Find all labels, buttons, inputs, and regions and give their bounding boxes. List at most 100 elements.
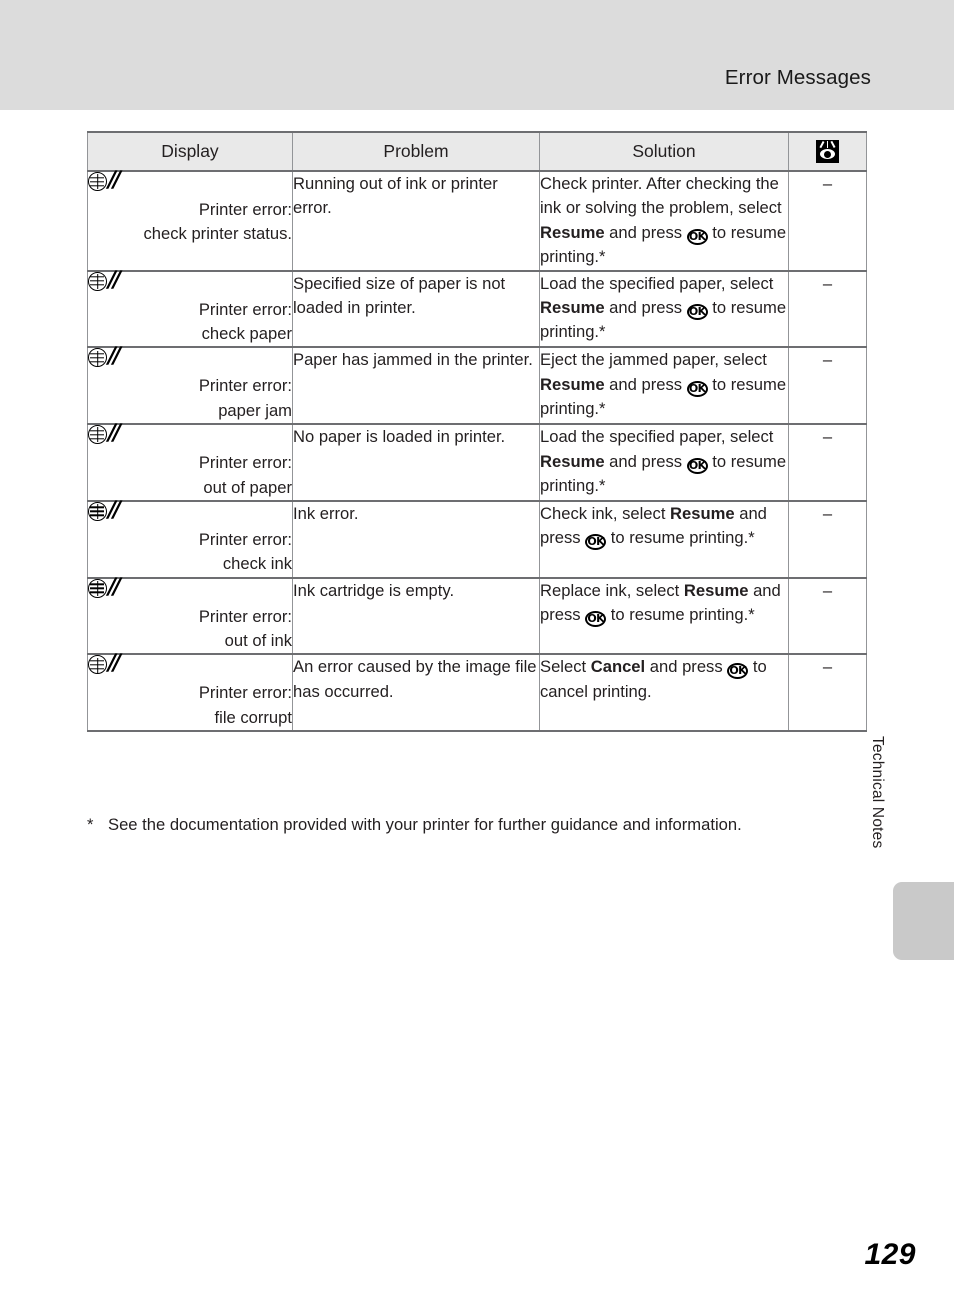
ok-button-icon: OK	[686, 228, 708, 245]
cell-reference: –	[788, 170, 867, 272]
cell-solution: Check printer. After checking the ink or…	[539, 170, 789, 272]
solution-text: and press	[604, 374, 687, 394]
cell-reference: –	[788, 269, 867, 349]
solution-text: and press	[645, 657, 728, 677]
display-message-line: Printer error:	[198, 529, 292, 549]
display-message: Printer error: check ink	[88, 528, 292, 577]
solution-text: and press	[604, 297, 687, 317]
error-slash-icon: //	[108, 497, 121, 523]
solution-text: to resume printing.*	[606, 605, 755, 625]
display-icons: //	[88, 421, 292, 449]
solution-keyword: Resume	[540, 222, 605, 242]
display-icons: //	[88, 653, 292, 679]
display-message: Printer error: file corrupt	[88, 681, 292, 730]
column-header-problem: Problem	[292, 131, 540, 172]
error-messages-table-wrap: Display Problem Solution //Printer error…	[87, 131, 867, 733]
cell-solution: Eject the jammed paper, select Resume an…	[539, 346, 789, 426]
cell-solution: Replace ink, select Resume and press OK …	[539, 576, 789, 656]
cell-solution: Check ink, select Resume and press OK to…	[539, 499, 789, 579]
globe-icon	[88, 348, 107, 368]
table-row: // Printer error: check paper Specified siz…	[87, 269, 867, 349]
ok-button-icon: OK	[686, 380, 708, 397]
cell-solution: Load the specified paper, select Resume …	[539, 423, 789, 502]
cell-reference: –	[788, 499, 867, 579]
error-slash-icon: //	[108, 421, 121, 447]
solution-text: and press	[604, 451, 687, 471]
page-number: 129	[864, 1238, 916, 1271]
display-message: Printer error: paper jam	[88, 374, 292, 423]
display-message-line: out of paper	[203, 477, 292, 497]
solution-text: Select	[540, 657, 591, 677]
table-row: // Printer error: check ink Ink error. Check…	[87, 497, 867, 579]
display-message-line: Printer error:	[198, 299, 292, 319]
globe-icon	[88, 578, 107, 598]
solution-text: Eject the jammed paper, select	[540, 350, 767, 370]
solution-text: Replace ink, select	[540, 580, 684, 600]
solution-keyword: Resume	[670, 503, 735, 523]
cell-display: // Printer error: file corrupt	[87, 653, 293, 733]
cell-problem: Specified size of paper is not loaded in…	[292, 269, 540, 349]
cell-reference: –	[788, 576, 867, 656]
globe-icon	[88, 172, 107, 191]
ok-button-icon: OK	[686, 457, 708, 474]
table-row: // Printer error: out of paper No paper is …	[87, 421, 867, 502]
display-message: Printer error: out of paper	[88, 451, 292, 500]
cell-display: // Printer error: check ink	[87, 497, 293, 579]
ok-button-icon: OK	[727, 663, 749, 680]
display-message-line: check printer status.	[143, 224, 293, 244]
table-row: // Printer error: out of ink Ink cartridge …	[87, 574, 867, 656]
column-header-reference	[788, 131, 867, 172]
globe-icon	[88, 271, 107, 291]
globe-icon	[88, 501, 107, 521]
table-body: // Printer error: check printer status. Run…	[87, 168, 867, 733]
display-message-line: paper jam	[218, 400, 292, 420]
display-message-line: Printer error:	[198, 453, 292, 473]
cell-problem: An error caused by the image file has oc…	[292, 653, 540, 733]
display-message-line: check paper	[201, 323, 292, 343]
solution-text: Load the specified paper, select	[540, 273, 774, 293]
display-icons: //	[88, 497, 292, 526]
solution-keyword: Resume	[540, 451, 605, 471]
error-slash-icon: //	[108, 574, 121, 600]
error-slash-icon: //	[108, 168, 121, 193]
display-message-line: Printer error:	[198, 200, 292, 219]
column-header-solution: Solution	[539, 131, 789, 172]
solution-text: Check ink, select	[540, 503, 671, 523]
error-slash-icon: //	[108, 344, 121, 370]
display-message: Printer error: check paper	[88, 298, 292, 347]
page-title: Error Messages	[724, 66, 871, 89]
footnote: * See the documentation provided with you…	[87, 813, 887, 836]
ok-button-icon: OK	[585, 611, 607, 628]
table-row: // Printer error: paper jam Paper has jamme…	[87, 344, 867, 426]
display-message-line: Printer error:	[198, 606, 292, 626]
page-header-band: Error Messages	[0, 0, 954, 110]
footnote-text: See the documentation provided with your…	[108, 815, 742, 834]
solution-text: and press	[604, 222, 687, 242]
section-side-tab	[893, 882, 954, 960]
globe-icon	[88, 655, 107, 675]
cell-reference: –	[788, 346, 867, 426]
solution-text: Check printer. After checking the ink or…	[540, 174, 782, 218]
display-icons: //	[88, 269, 292, 296]
column-header-display: Display	[87, 131, 293, 172]
solution-text: Load the specified paper, select	[540, 427, 774, 447]
table-row: // Printer error: check printer status. Run…	[87, 168, 867, 272]
cell-reference: –	[788, 653, 867, 733]
error-messages-table: Display Problem Solution //Printer error…	[87, 131, 867, 733]
solution-text: to resume printing.*	[606, 528, 755, 548]
cell-solution: Load the specified paper, select Resume …	[539, 269, 789, 349]
display-message-line: out of ink	[224, 631, 292, 651]
solution-keyword: Resume	[683, 580, 749, 600]
display-icons: //	[88, 574, 292, 603]
cell-display: // Printer error: check printer status.	[87, 168, 293, 272]
solution-keyword: Resume	[540, 297, 605, 317]
ok-button-icon: OK	[585, 534, 607, 551]
cell-display: // Printer error: out of paper	[87, 421, 293, 502]
cell-problem: No paper is loaded in printer.	[292, 423, 540, 502]
cell-problem: Paper has jammed in the printer.	[292, 346, 540, 426]
cell-problem: Running out of ink or printer error.	[292, 170, 540, 272]
display-message: Printer error: check printer status.	[88, 198, 293, 247]
display-icons: //	[88, 344, 292, 372]
cell-solution: Select Cancel and press OK to cancel pri…	[539, 653, 789, 733]
cell-problem: Ink cartridge is empty.	[292, 576, 540, 656]
